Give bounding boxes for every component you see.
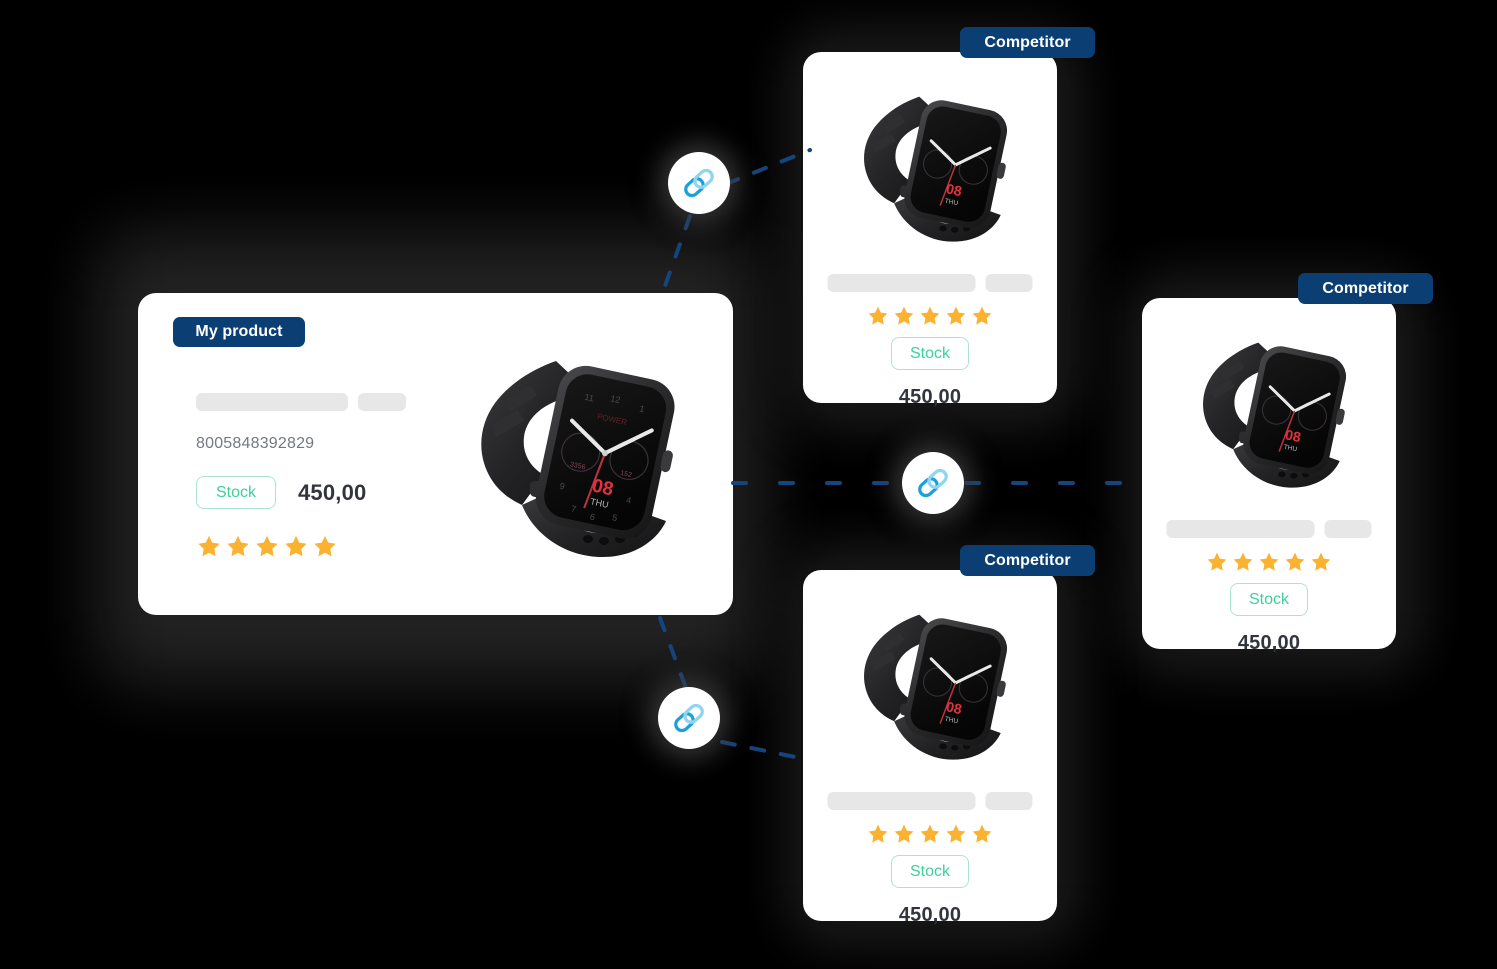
chain-link-icon xyxy=(914,464,952,502)
connector-lines xyxy=(658,148,1142,762)
link-node-bottom[interactable] xyxy=(658,687,720,749)
canvas: 8005848392829 Stock 450,00 11 12 1 9 4 7… xyxy=(0,0,1497,969)
chain-link-icon xyxy=(670,699,708,737)
chain-link-icon xyxy=(680,164,718,202)
link-node-center[interactable] xyxy=(902,452,964,514)
link-node-top[interactable] xyxy=(668,152,730,214)
